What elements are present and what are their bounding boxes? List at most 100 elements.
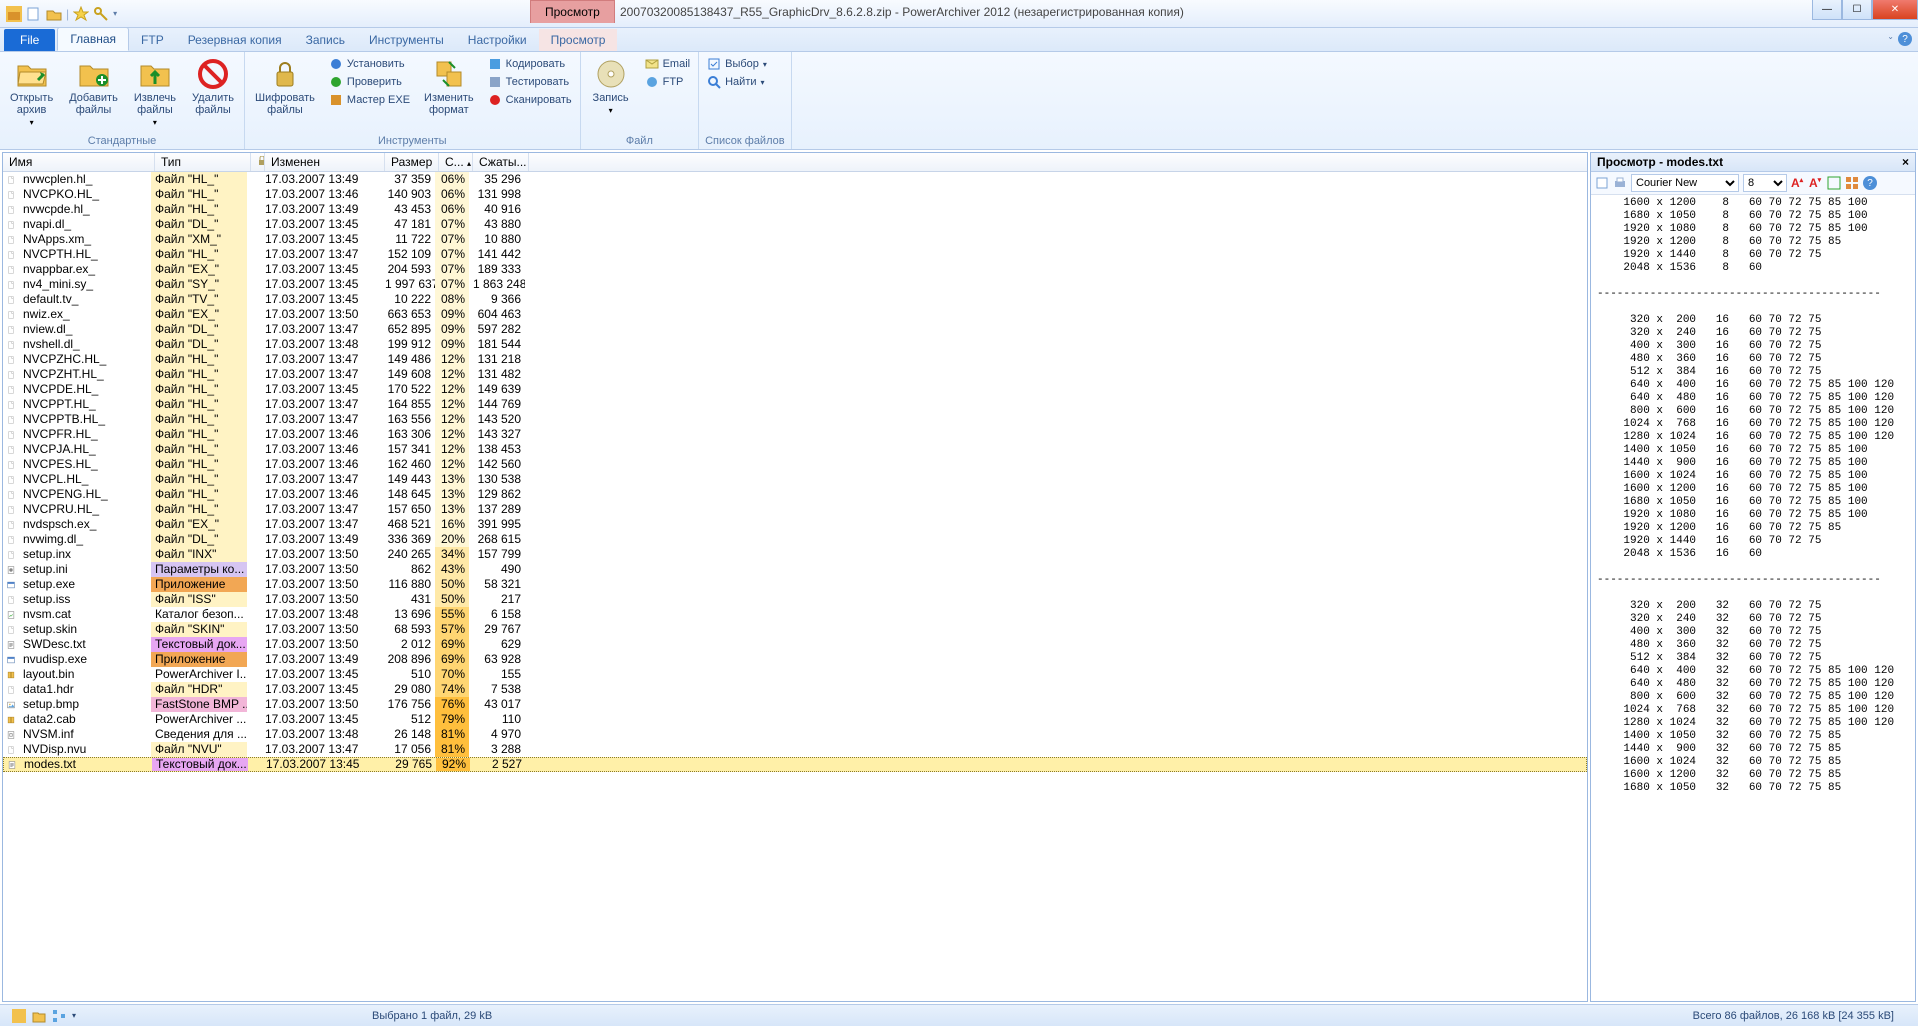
tab-settings[interactable]: Настройки	[456, 29, 539, 51]
preview-font-select[interactable]: Courier New	[1631, 174, 1739, 192]
write-button[interactable]: Запись ▾	[587, 56, 635, 133]
table-row[interactable]: nvwcpde.hl_Файл "HL_"17.03.2007 13:4943 …	[3, 202, 1587, 217]
table-row[interactable]: nvwcplen.hl_Файл "HL_"17.03.2007 13:4937…	[3, 172, 1587, 187]
encode-button[interactable]: Кодировать	[486, 56, 574, 72]
tab-main[interactable]: Главная	[57, 27, 129, 51]
column-type[interactable]: Тип	[155, 153, 251, 171]
table-row[interactable]: NVCPKO.HL_Файл "HL_"17.03.2007 13:46140 …	[3, 187, 1587, 202]
email-button[interactable]: Email	[643, 56, 693, 72]
column-size[interactable]: Размер	[385, 153, 439, 171]
status-tree-icon[interactable]	[52, 1009, 66, 1023]
table-row[interactable]: nvudisp.exeПриложение17.03.2007 13:49208…	[3, 652, 1587, 667]
table-row[interactable]: NVCPRU.HL_Файл "HL_"17.03.2007 13:47157 …	[3, 502, 1587, 517]
table-row[interactable]: NVCPL.HL_Файл "HL_"17.03.2007 13:47149 4…	[3, 472, 1587, 487]
table-row[interactable]: data2.cabPowerArchiver ...17.03.2007 13:…	[3, 712, 1587, 727]
encrypt-button[interactable]: Шифровать файлы	[251, 56, 319, 133]
preview-size-select[interactable]: 8	[1743, 174, 1787, 192]
font-decrease-icon[interactable]: A▾	[1809, 176, 1823, 190]
status-folder-icon[interactable]	[32, 1009, 46, 1023]
table-row[interactable]: setup.bmpFastStone BMP ...17.03.2007 13:…	[3, 697, 1587, 712]
table-row[interactable]: default.tv_Файл "TV_"17.03.2007 13:4510 …	[3, 292, 1587, 307]
preview-text[interactable]: 1600 x 1200 8 60 70 72 75 85 100 1680 x …	[1591, 195, 1915, 1001]
table-row[interactable]: SWDesc.txtТекстовый док...17.03.2007 13:…	[3, 637, 1587, 652]
table-row[interactable]: setup.skinФайл "SKIN"17.03.2007 13:5068 …	[3, 622, 1587, 637]
column-modified[interactable]: Изменен	[265, 153, 385, 171]
column-compressed[interactable]: Сжаты...	[473, 153, 529, 171]
table-row[interactable]: nvdspsch.ex_Файл "EX_"17.03.2007 13:4746…	[3, 517, 1587, 532]
key-icon[interactable]	[93, 6, 109, 22]
wrap-icon[interactable]	[1827, 176, 1841, 190]
close-button[interactable]: ✕	[1872, 0, 1918, 20]
table-row[interactable]: nvapi.dl_Файл "DL_"17.03.2007 13:4547 18…	[3, 217, 1587, 232]
table-row[interactable]: NvApps.xm_Файл "XM_"17.03.2007 13:4511 7…	[3, 232, 1587, 247]
table-row[interactable]: modes.txtТекстовый док...17.03.2007 13:4…	[3, 757, 1587, 772]
add-files-button[interactable]: Добавить файлы	[65, 56, 122, 133]
table-row[interactable]: nwiz.ex_Файл "EX_"17.03.2007 13:50663 65…	[3, 307, 1587, 322]
wizard-button[interactable]: Мастер EXE	[327, 92, 412, 108]
context-tab-preview[interactable]: Просмотр	[530, 0, 615, 23]
tab-tools[interactable]: Инструменты	[357, 29, 456, 51]
table-row[interactable]: setup.issФайл "ISS"17.03.2007 13:5043150…	[3, 592, 1587, 607]
table-row[interactable]: NVCPZHC.HL_Файл "HL_"17.03.2007 13:47149…	[3, 352, 1587, 367]
file-tab[interactable]: File	[4, 29, 55, 51]
new-icon[interactable]	[26, 6, 42, 22]
ribbon-collapse-icon[interactable]: ⌄	[1887, 32, 1894, 46]
open-icon[interactable]	[46, 6, 62, 22]
table-row[interactable]: NVCPFR.HL_Файл "HL_"17.03.2007 13:46163 …	[3, 427, 1587, 442]
table-row[interactable]: NVCPJA.HL_Файл "HL_"17.03.2007 13:46157 …	[3, 442, 1587, 457]
grid-icon[interactable]	[1845, 176, 1859, 190]
table-row[interactable]: NVDisp.nvuФайл "NVU"17.03.2007 13:4717 0…	[3, 742, 1587, 757]
tab-ftp[interactable]: FTP	[129, 29, 176, 51]
file-rows[interactable]: nvwcplen.hl_Файл "HL_"17.03.2007 13:4937…	[3, 172, 1587, 1001]
table-row[interactable]: nvsm.catКаталог безоп...17.03.2007 13:48…	[3, 607, 1587, 622]
table-row[interactable]: NVCPPT.HL_Файл "HL_"17.03.2007 13:47164 …	[3, 397, 1587, 412]
table-row[interactable]: nvshell.dl_Файл "DL_"17.03.2007 13:48199…	[3, 337, 1587, 352]
scan-button[interactable]: Сканировать	[486, 92, 574, 108]
table-row[interactable]: nv4_mini.sy_Файл "SY_"17.03.2007 13:451 …	[3, 277, 1587, 292]
table-row[interactable]: data1.hdrФайл "HDR"17.03.2007 13:4529 08…	[3, 682, 1587, 697]
qat-dropdown[interactable]: ▾	[113, 9, 117, 18]
table-row[interactable]: setup.exeПриложение17.03.2007 13:50116 8…	[3, 577, 1587, 592]
table-row[interactable]: nvappbar.ex_Файл "EX_"17.03.2007 13:4520…	[3, 262, 1587, 277]
find-button[interactable]: Найти ▾	[705, 74, 769, 90]
minimize-button[interactable]: —	[1812, 0, 1842, 20]
test-button[interactable]: Тестировать	[486, 74, 574, 90]
tab-preview[interactable]: Просмотр	[539, 29, 618, 51]
cell-pct: 34%	[435, 547, 469, 562]
extract-files-button[interactable]: Извлечь файлы ▾	[130, 56, 180, 133]
preview-help-icon[interactable]: ?	[1863, 176, 1877, 190]
select-button[interactable]: Выбор ▾	[705, 56, 769, 72]
tab-write[interactable]: Запись	[294, 29, 357, 51]
convert-button[interactable]: Изменить формат	[420, 56, 478, 133]
column-pct[interactable]: С... ▴	[439, 153, 473, 171]
table-row[interactable]: NVCPENG.HL_Файл "HL_"17.03.2007 13:46148…	[3, 487, 1587, 502]
cell-pct: 70%	[435, 667, 469, 682]
check-button[interactable]: Проверить	[327, 74, 412, 90]
table-row[interactable]: NVCPZHT.HL_Файл "HL_"17.03.2007 13:47149…	[3, 367, 1587, 382]
table-row[interactable]: setup.iniПараметры ко...17.03.2007 13:50…	[3, 562, 1587, 577]
table-row[interactable]: setup.inxФайл "INX"17.03.2007 13:50240 2…	[3, 547, 1587, 562]
tab-backup[interactable]: Резервная копия	[176, 29, 294, 51]
table-row[interactable]: layout.binPowerArchiver I...17.03.2007 1…	[3, 667, 1587, 682]
help-icon[interactable]: ?	[1898, 32, 1912, 46]
table-row[interactable]: NVCPPTB.HL_Файл "HL_"17.03.2007 13:47163…	[3, 412, 1587, 427]
status-dropdown-icon[interactable]: ▾	[72, 1011, 76, 1020]
table-row[interactable]: iNVSM.infСведения для ...17.03.2007 13:4…	[3, 727, 1587, 742]
column-name[interactable]: Имя	[3, 153, 155, 171]
maximize-button[interactable]: ☐	[1842, 0, 1872, 20]
table-row[interactable]: nvwimg.dl_Файл "DL_"17.03.2007 13:49336 …	[3, 532, 1587, 547]
open-archive-button[interactable]: Открыть архив ▾	[6, 56, 57, 133]
column-lock[interactable]	[251, 153, 265, 171]
favorites-icon[interactable]	[73, 6, 89, 22]
preview-close-icon[interactable]: ×	[1902, 155, 1909, 169]
table-row[interactable]: NVCPTH.HL_Файл "HL_"17.03.2007 13:47152 …	[3, 247, 1587, 262]
print-icon[interactable]	[1613, 176, 1627, 190]
install-button[interactable]: Установить	[327, 56, 412, 72]
table-row[interactable]: NVCPDE.HL_Файл "HL_"17.03.2007 13:45170 …	[3, 382, 1587, 397]
ftp-button[interactable]: FTP	[643, 74, 693, 90]
table-row[interactable]: NVCPES.HL_Файл "HL_"17.03.2007 13:46162 …	[3, 457, 1587, 472]
table-row[interactable]: nview.dl_Файл "DL_"17.03.2007 13:47652 8…	[3, 322, 1587, 337]
font-increase-icon[interactable]: A▴	[1791, 176, 1805, 190]
delete-files-button[interactable]: Удалить файлы	[188, 56, 238, 133]
open-external-icon[interactable]	[1595, 176, 1609, 190]
